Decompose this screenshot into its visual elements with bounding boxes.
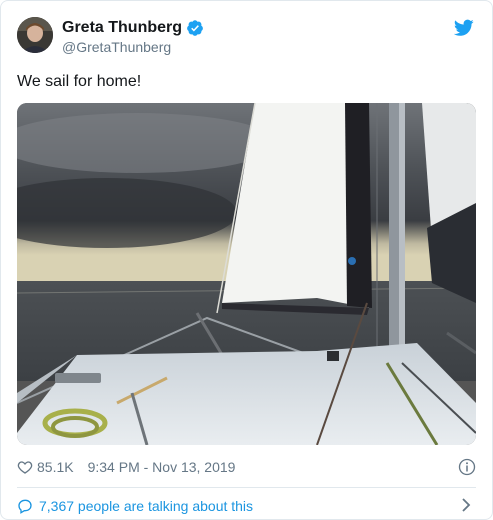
heart-icon[interactable]	[17, 459, 33, 475]
author-block: Greta Thunberg @GretaThunberg	[62, 18, 204, 57]
tweet-meta: 85.1K 9:34 PM - Nov 13, 2019	[17, 458, 476, 476]
tweet-photo[interactable]	[17, 103, 476, 445]
author-display-name[interactable]: Greta Thunberg	[62, 18, 182, 37]
chat-bubble-icon	[18, 499, 32, 514]
talking-about-link[interactable]: 7,367 people are talking about this	[17, 496, 476, 516]
info-icon[interactable]	[458, 458, 476, 476]
twitter-bird-icon[interactable]	[454, 19, 474, 37]
tweet-card: Greta Thunberg @GretaThunberg We sail fo…	[0, 0, 493, 520]
tweet-timestamp[interactable]: 9:34 PM - Nov 13, 2019	[88, 459, 236, 475]
like-count[interactable]: 85.1K	[37, 459, 74, 475]
talking-about-text[interactable]: 7,367 people are talking about this	[39, 498, 253, 514]
avatar[interactable]	[17, 17, 53, 53]
tweet-header: Greta Thunberg @GretaThunberg	[17, 17, 476, 57]
chevron-right-icon[interactable]	[460, 498, 472, 512]
divider	[17, 487, 476, 488]
tweet-text: We sail for home!	[17, 73, 142, 90]
author-name-row[interactable]: Greta Thunberg	[62, 18, 204, 37]
author-handle[interactable]: @GretaThunberg	[62, 38, 204, 57]
verified-badge-icon	[187, 19, 203, 36]
